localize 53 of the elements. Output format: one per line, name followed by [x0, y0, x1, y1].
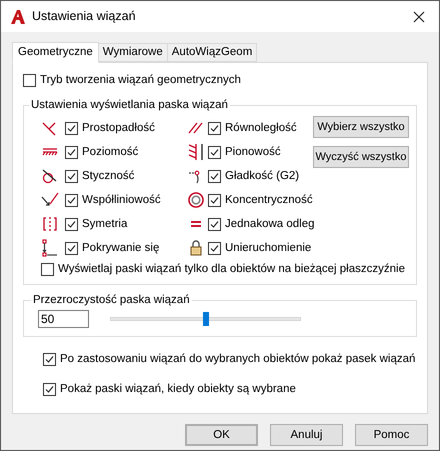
checkbox-label: Unieruchomienie [225, 240, 312, 256]
tab[interactable]: Geometryczne [12, 42, 99, 63]
checkbox[interactable] [208, 242, 221, 255]
checkbox-label: Pokrywanie się [82, 240, 160, 256]
checkbox-label: Jednakowa odleg [225, 216, 315, 232]
group-title: Ustawienia wyświetlania paska wiązań [29, 98, 230, 112]
dialog-button[interactable]: Anuluj [270, 424, 343, 446]
checkbox[interactable] [208, 218, 221, 231]
close-icon[interactable] [413, 10, 425, 22]
dialog-button[interactable]: Wyczyść wszystko [313, 146, 409, 168]
checkbox[interactable] [65, 218, 78, 231]
dialog-button[interactable]: OK [185, 424, 258, 446]
dialog-button[interactable]: Pomoc [355, 424, 428, 446]
group-title: Przezroczystość paska wiązań [31, 293, 192, 308]
checkbox[interactable] [65, 170, 78, 183]
checkbox[interactable] [65, 194, 78, 207]
checkbox[interactable] [43, 353, 56, 366]
checkbox-label: Prostopadłość [82, 120, 155, 136]
slider-thumb[interactable] [202, 312, 208, 326]
tab[interactable]: Wymiarowe [98, 43, 168, 62]
checkbox[interactable] [208, 194, 221, 207]
checkbox[interactable] [208, 170, 221, 183]
checkbox[interactable] [65, 146, 78, 159]
checkbox-label: Tryb tworzenia wiązań geometrycznych [40, 73, 241, 88]
transparency-field[interactable]: 50 [38, 310, 89, 328]
checkbox[interactable] [43, 382, 56, 396]
coincident-icon [41, 239, 59, 258]
checkbox-label: Po zastosowaniu wiązań do wybranych obiektów pokaż pasek wiązań [60, 352, 416, 368]
concentric-icon [187, 191, 205, 210]
equal-icon [191, 221, 201, 228]
checkbox[interactable] [208, 122, 221, 135]
checkbox-label: Koncentryczność [225, 192, 313, 208]
checkbox-label: Pokaż paski wiązań, kiedy obiekty są wybrane [60, 382, 296, 396]
checkbox[interactable] [208, 146, 221, 159]
checkbox[interactable] [65, 242, 78, 255]
checkbox-label: Równoległość [225, 120, 297, 136]
vertical-icon [187, 143, 205, 162]
checkbox-label: Styczność [82, 168, 134, 184]
checkbox-label: Pionowość [225, 144, 281, 160]
symmetry-icon [41, 215, 59, 234]
checkbox[interactable] [65, 122, 78, 135]
checkbox-label: Poziomość [82, 144, 138, 160]
checkbox-label: Symetria [82, 216, 128, 232]
dialog-button[interactable]: Wybierz wszystko [313, 116, 409, 138]
tab[interactable]: AutoWiązGeom [168, 43, 258, 62]
checkbox-label: Wyświetlaj paski wiązań tylko dla obiektów na bieżącej płaszczyźnie [58, 262, 405, 278]
checkbox[interactable] [41, 263, 54, 276]
checkbox-label: Współliniowość [82, 192, 161, 208]
window-title: Ustawienia wiązań [32, 8, 136, 26]
checkbox[interactable] [23, 74, 36, 88]
tangent-icon [41, 167, 59, 186]
checkbox-label: Gładkość (G2) [225, 168, 300, 184]
app-logo-icon [10, 8, 26, 24]
